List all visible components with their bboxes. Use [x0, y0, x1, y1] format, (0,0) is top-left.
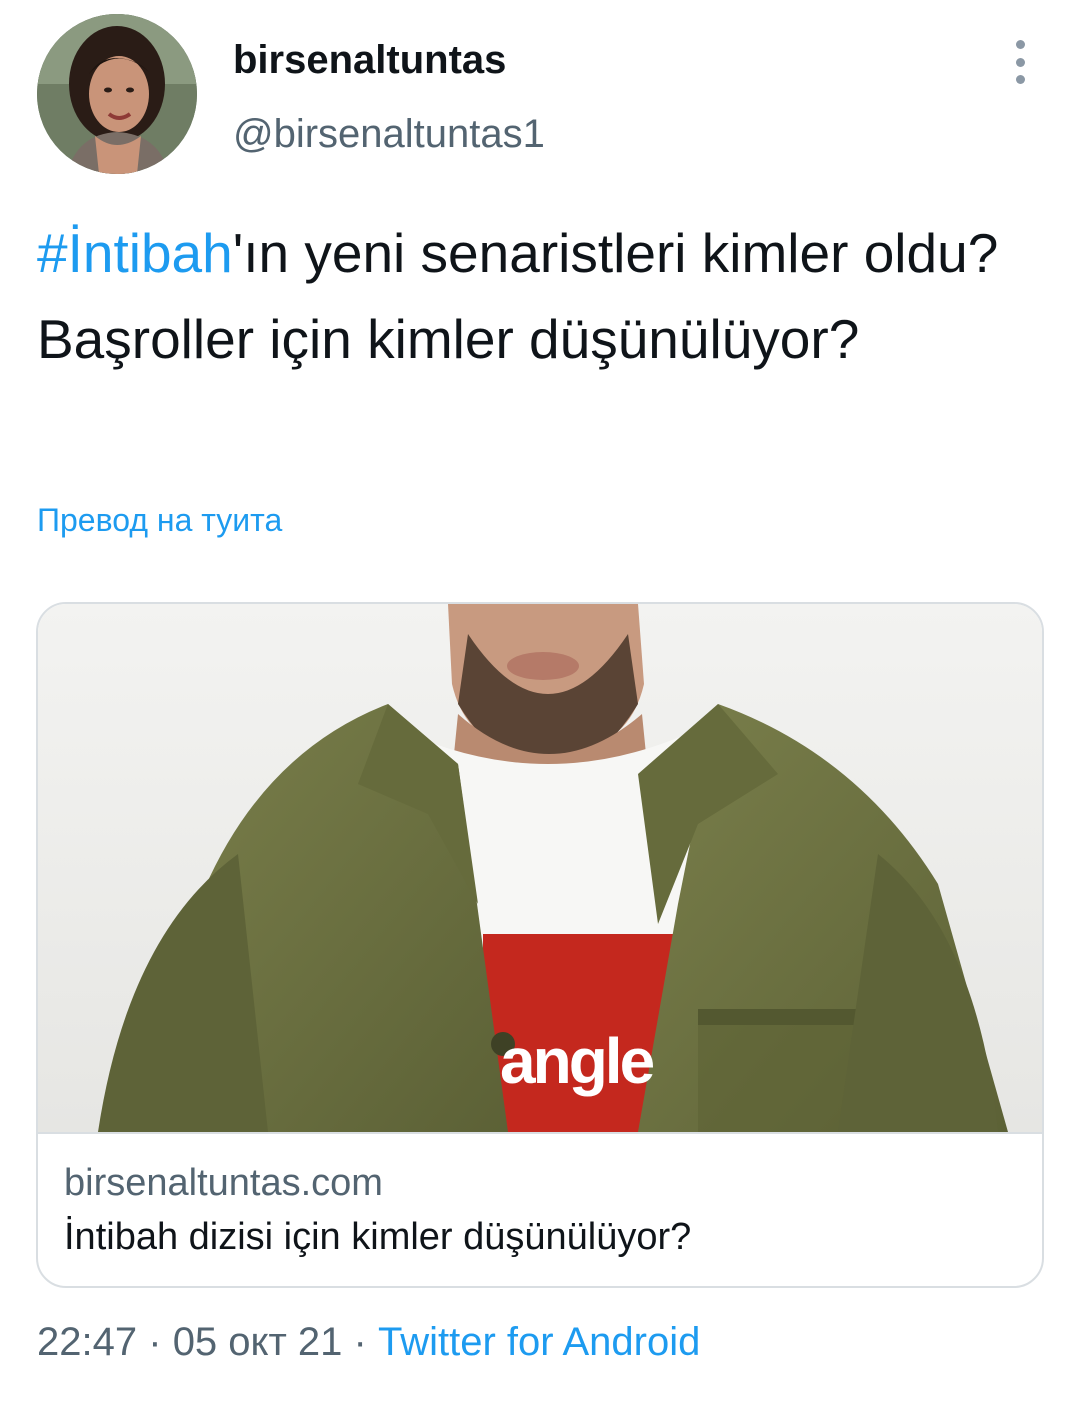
- meta-separator: ·: [148, 1320, 162, 1364]
- card-image: angle: [38, 604, 1042, 1132]
- card-title: İntibah dizisi için kimler düşünülüyor?: [64, 1216, 692, 1258]
- hashtag-link[interactable]: #İntibah: [37, 222, 233, 284]
- card-info: birsenaltuntas.com İntibah dizisi için k…: [38, 1132, 1042, 1286]
- more-dot: [1015, 75, 1025, 84]
- display-name[interactable]: birsenaltuntas: [233, 36, 506, 84]
- link-card[interactable]: angle birsenaltuntas.com İntibah dizisi …: [36, 602, 1044, 1288]
- tweet-meta: 22:47 · 05 окт 21 · Twitter for Android: [37, 1318, 700, 1366]
- source-link[interactable]: Twitter for Android: [378, 1320, 700, 1364]
- more-dot: [1015, 40, 1025, 49]
- tweet-date[interactable]: 05 окт 21: [173, 1320, 343, 1364]
- card-domain: birsenaltuntas.com: [64, 1162, 383, 1204]
- translate-tweet-link[interactable]: Превод на туита: [37, 500, 282, 540]
- user-handle[interactable]: @birsenaltuntas1: [233, 110, 545, 158]
- tweet-time[interactable]: 22:47: [37, 1320, 137, 1364]
- avatar-photo: [37, 14, 197, 174]
- more-vertical-icon[interactable]: [1002, 40, 1038, 84]
- meta-separator: ·: [353, 1320, 367, 1364]
- shirt-logo-text: angle: [500, 1025, 655, 1097]
- more-dot: [1015, 57, 1025, 67]
- tweet-text: #İntibah'ın yeni senaristleri kimler old…: [37, 210, 1027, 382]
- avatar[interactable]: [37, 14, 197, 174]
